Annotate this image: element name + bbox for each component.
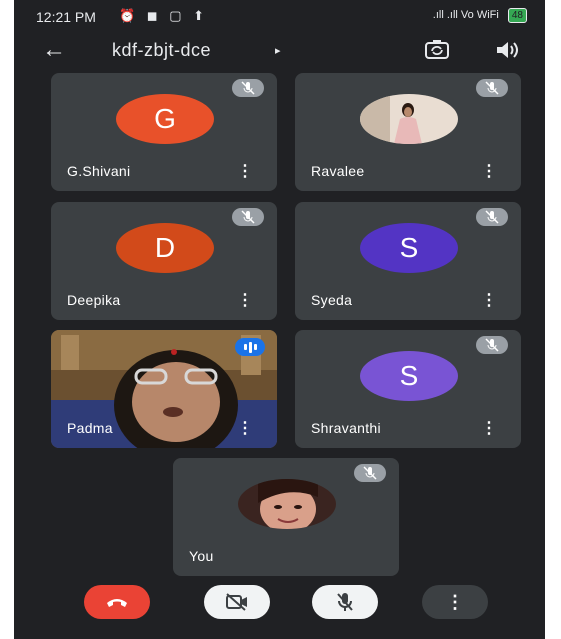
participant-name: Padma [67,420,113,436]
participant-tile[interactable]: S Shravanthi ⋮ [295,330,521,448]
avatar: D [116,223,214,273]
participant-name: Deepika [67,292,121,308]
mic-off-icon [476,208,508,226]
mic-toggle-button[interactable] [312,585,378,619]
speaker-icon[interactable] [494,38,520,62]
more-options-icon[interactable]: ⋮ [481,290,497,310]
participant-name: Ravalee [311,163,365,179]
signal-icon: .ıll .ıll Vo WiFi [432,9,499,21]
participant-name: G.Shivani [67,163,131,179]
self-avatar-photo [238,479,336,529]
mic-off-icon [476,79,508,97]
caret-right-icon[interactable]: ▸ [275,44,281,57]
avatar: S [360,351,458,401]
participant-tile[interactable]: S Syeda ⋮ [295,202,521,320]
meet-screen: 12:21 PM ⏰ ◼ ▢ ⬆ .ıll .ıll Vo WiFi 48 ← … [14,0,545,639]
camera-off-icon [226,593,247,611]
more-options-icon[interactable]: ⋮ [237,290,253,310]
network-status: .ıll .ıll Vo WiFi 48 [433,8,527,23]
mic-off-icon [232,79,264,97]
participant-name: You [189,548,214,564]
meeting-code[interactable]: kdf-zbjt-dce [112,40,211,61]
camera-toggle-button[interactable] [204,585,270,619]
more-options-icon[interactable]: ⋮ [481,418,497,438]
mic-off-icon [354,464,386,482]
participant-name: Shravanthi [311,420,381,436]
participant-tile[interactable]: G G.Shivani ⋮ [51,73,277,191]
self-tile[interactable]: You [173,458,399,576]
back-arrow-icon[interactable]: ← [42,36,66,64]
participant-tile-video[interactable]: Padma ⋮ [51,330,277,448]
more-options-button[interactable]: ⋮ [422,585,488,619]
speaking-indicator-icon [235,338,265,356]
call-header: ← kdf-zbjt-dce ▸ [14,34,545,68]
mic-off-icon [337,593,353,611]
call-controls: ⋮ [14,585,545,635]
mic-off-icon [232,208,264,226]
participant-tile[interactable]: Ravalee ⋮ [295,73,521,191]
participant-name: Syeda [311,292,353,308]
more-options-icon[interactable]: ⋮ [237,161,253,181]
battery-icon: 48 [507,8,527,23]
more-vert-icon: ⋮ [446,591,464,612]
avatar: S [360,223,458,273]
participant-tile[interactable]: D Deepika ⋮ [51,202,277,320]
avatar: G [116,94,214,144]
more-options-icon[interactable]: ⋮ [481,161,497,181]
notification-icons: ⏰ ◼ ▢ ⬆ [119,8,208,23]
mic-off-icon [476,336,508,354]
end-call-icon [107,599,127,607]
switch-camera-icon[interactable] [424,38,450,62]
status-time: 12:21 PM [36,9,96,25]
end-call-button[interactable] [84,585,150,619]
avatar-photo [360,94,458,144]
more-options-icon[interactable]: ⋮ [237,418,253,438]
status-bar: 12:21 PM ⏰ ◼ ▢ ⬆ .ıll .ıll Vo WiFi 48 [14,0,545,34]
